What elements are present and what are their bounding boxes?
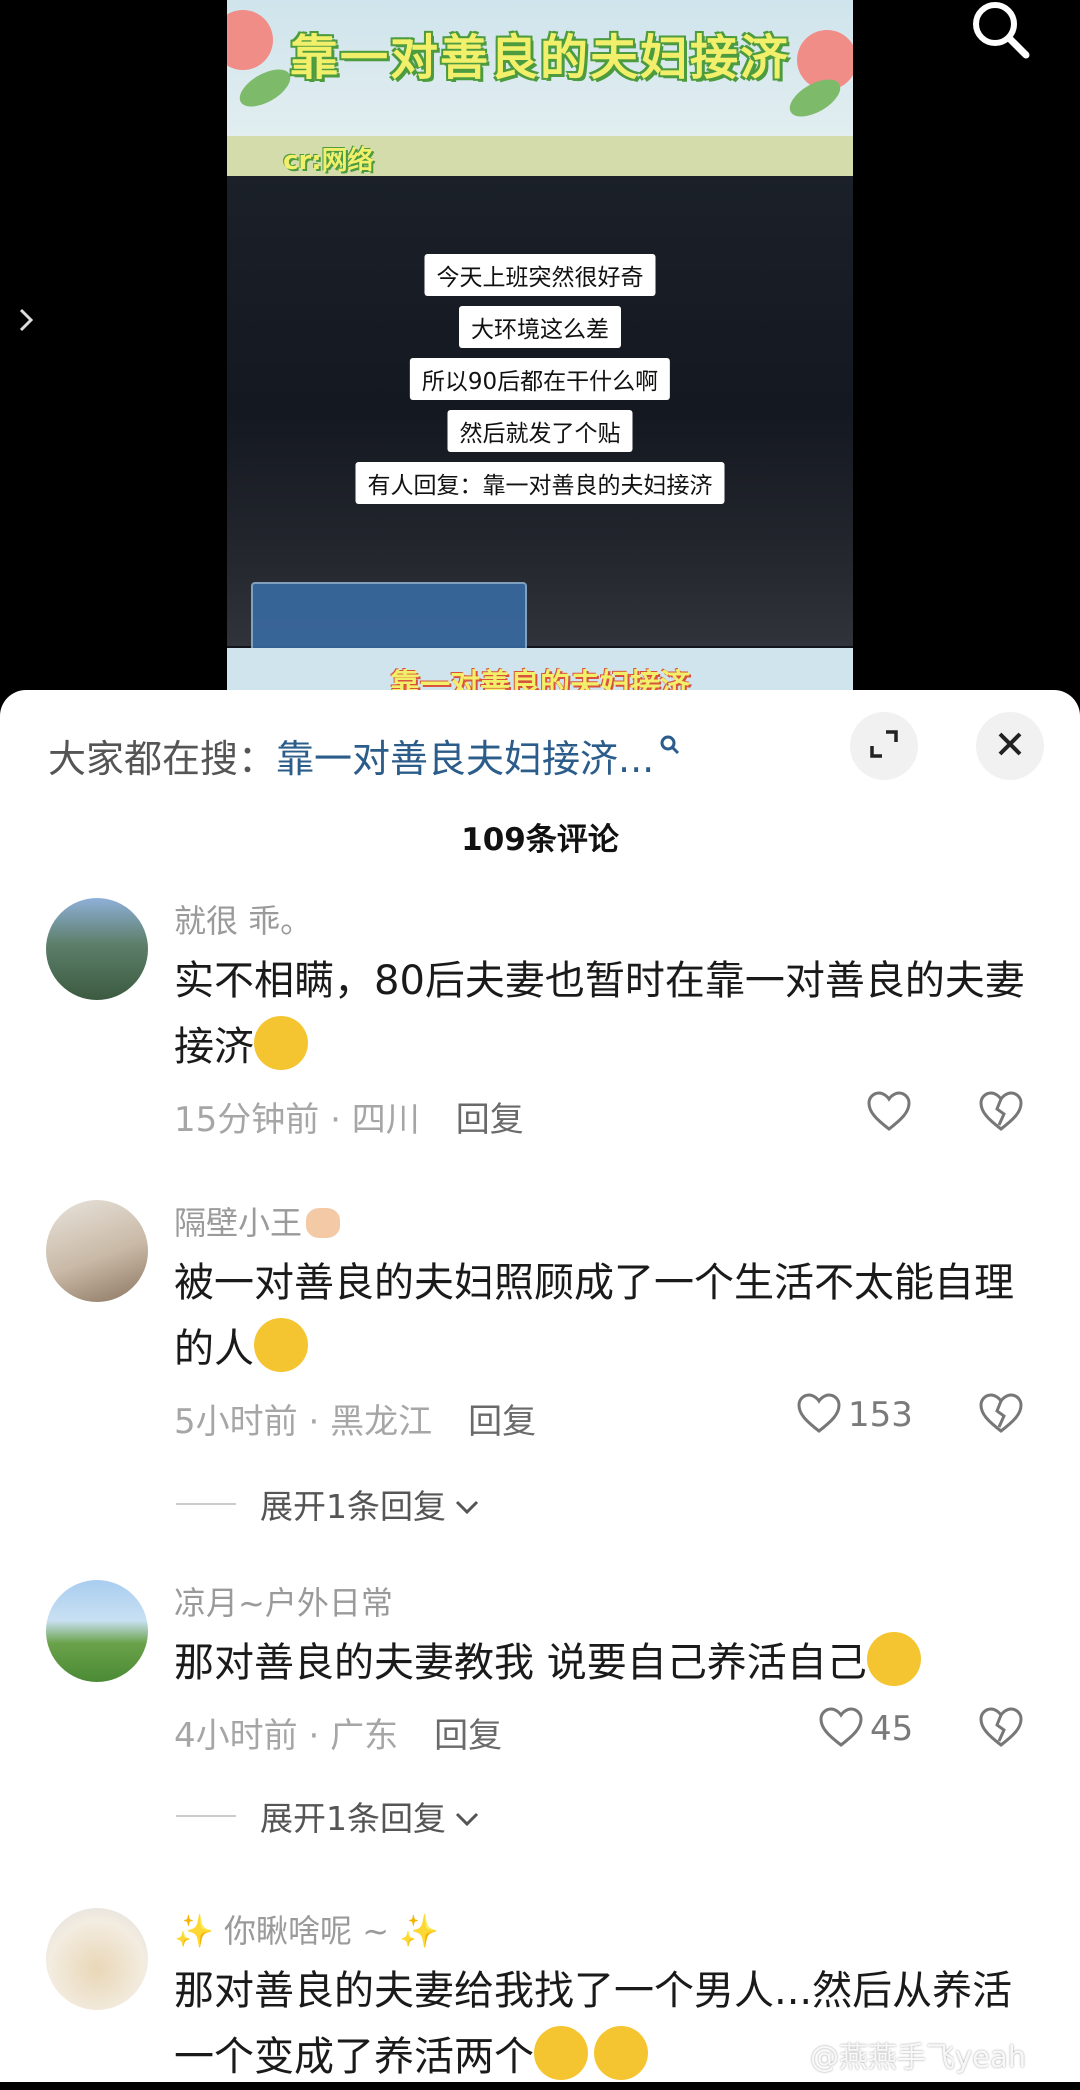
avatar[interactable] <box>46 1908 148 2010</box>
video-player[interactable]: 靠一对善良的夫妇接济 cr:网络 今天上班突然很好奇 大环境这么差 所以90后都… <box>0 0 1080 700</box>
expand-replies-label: 展开1条回复 <box>260 1487 446 1526</box>
comment-body: 那对善良的夫妻教我 说要自己养活自己 <box>174 1640 867 1686</box>
comment-time: 15分钟前 <box>174 1100 320 1140</box>
expand-replies-label: 展开1条回复 <box>260 1799 446 1838</box>
video-frame: 靠一对善良的夫妇接济 cr:网络 今天上班突然很好奇 大环境这么差 所以90后都… <box>227 0 853 700</box>
comment-location: 广东 <box>330 1716 399 1756</box>
video-title-banner: 靠一对善良的夫妇接济 <box>227 0 853 136</box>
video-caption: 有人回复：靠一对善良的夫妇接济 <box>355 462 725 504</box>
comment-username-text: 你瞅啥呢 ~ <box>224 1912 390 1950</box>
credit-strip: cr:网络 <box>227 136 853 176</box>
rolling-laughing-face-emoji <box>594 2026 648 2080</box>
comment-text: 实不相瞒，80后夫妻也暂时在靠一对善良的夫妻接济 <box>174 948 1044 1080</box>
video-caption: 今天上班突然很好奇 <box>424 254 656 296</box>
dizzy-face-emoji <box>866 1632 921 1686</box>
search-icon[interactable] <box>970 0 1030 60</box>
sparkle-icon: ✨ <box>174 1912 225 1950</box>
divider-line <box>176 1503 236 1505</box>
broken-heart-icon[interactable] <box>978 1392 1024 1438</box>
avatar[interactable] <box>46 898 148 1000</box>
comment-text: 那对善良的夫妻教我 说要自己养活自己 <box>174 1630 1044 1696</box>
close-icon <box>995 729 1025 763</box>
video-credit: cr:网络 <box>283 146 374 176</box>
search-icon <box>658 722 682 766</box>
comment-username[interactable]: 隔壁小王 <box>174 1198 341 1244</box>
avatar[interactable] <box>46 1580 148 1682</box>
close-button[interactable] <box>976 712 1044 780</box>
heart-icon <box>866 1090 912 1136</box>
comment-username[interactable]: 凉月~户外日常 <box>174 1578 393 1624</box>
video-caption: 然后就发了个贴 <box>447 410 633 452</box>
cat-emoji <box>306 1208 341 1238</box>
like-count: 45 <box>870 1709 914 1749</box>
car-dashboard-screen <box>251 582 527 658</box>
hot-search-term[interactable]: 靠一对善良夫妇接济... <box>276 737 654 781</box>
sparkle-icon: ✨ <box>389 1912 440 1950</box>
rolling-laughing-face-emoji <box>534 2026 588 2080</box>
hot-search-label: 大家都在搜： <box>48 737 277 781</box>
broken-heart-icon[interactable] <box>978 1706 1024 1752</box>
like-button[interactable]: 45 <box>818 1706 913 1752</box>
comment-location: 四川 <box>351 1100 420 1140</box>
video-banner-title: 靠一对善良的夫妇接济 <box>289 30 790 86</box>
reply-button[interactable]: 回复 <box>456 1100 524 1140</box>
laughing-crying-face-emoji <box>254 1318 308 1372</box>
expand-replies-button[interactable]: 展开1条回复 <box>176 1792 480 1840</box>
like-button[interactable]: 153 <box>796 1392 913 1438</box>
like-button[interactable] <box>866 1090 912 1136</box>
broken-heart-icon[interactable] <box>978 1090 1024 1136</box>
comment-username[interactable]: 就很 乖。 <box>174 896 312 942</box>
expand-button[interactable] <box>850 712 918 780</box>
video-caption: 大环境这么差 <box>459 306 621 348</box>
chevron-right-icon[interactable] <box>18 306 36 341</box>
expand-icon <box>867 727 901 765</box>
comment-location: 黑龙江 <box>330 1402 433 1442</box>
comment-sheet: 大家都在搜：靠一对善良夫妇接济... 109条评论 就很 乖。 实不相瞒，80后… <box>0 690 1080 2082</box>
hot-search-bar[interactable]: 大家都在搜：靠一对善良夫妇接济... <box>48 728 682 783</box>
chevron-down-icon <box>454 1797 480 1836</box>
comment-meta: 15分钟前 · 四川 回复 <box>174 1100 524 1140</box>
comment-username[interactable]: ✨ 你瞅啥呢 ~ ✨ <box>174 1906 439 1952</box>
reply-button[interactable]: 回复 <box>468 1402 536 1442</box>
reply-button[interactable]: 回复 <box>434 1716 502 1756</box>
comment-text: 被一对善良的夫妇照顾成了一个生活不太能自理的人 <box>174 1250 1044 1382</box>
weibo-watermark: @燕燕手飞yeah <box>810 2040 1027 2074</box>
divider-line <box>176 1815 236 1817</box>
avatar[interactable] <box>46 1200 148 1302</box>
comment-meta: 5小时前 · 黑龙江 回复 <box>174 1402 537 1442</box>
expand-replies-button[interactable]: 展开1条回复 <box>176 1480 480 1528</box>
heart-icon <box>818 1706 864 1752</box>
like-count: 153 <box>848 1395 913 1435</box>
heart-icon <box>796 1392 842 1438</box>
comment-time: 5小时前 <box>174 1402 298 1442</box>
comment-username-text: 隔壁小王 <box>174 1204 303 1242</box>
comment-count: 109条评论 <box>461 822 619 858</box>
comment-time: 4小时前 <box>174 1716 298 1756</box>
crying-face-emoji <box>254 1016 308 1070</box>
comment-meta: 4小时前 · 广东 回复 <box>174 1716 503 1756</box>
video-caption: 所以90后都在干什么啊 <box>409 358 671 400</box>
video-scene: 今天上班突然很好奇 大环境这么差 所以90后都在干什么啊 然后就发了个贴 有人回… <box>227 176 853 646</box>
chevron-down-icon <box>454 1485 480 1524</box>
